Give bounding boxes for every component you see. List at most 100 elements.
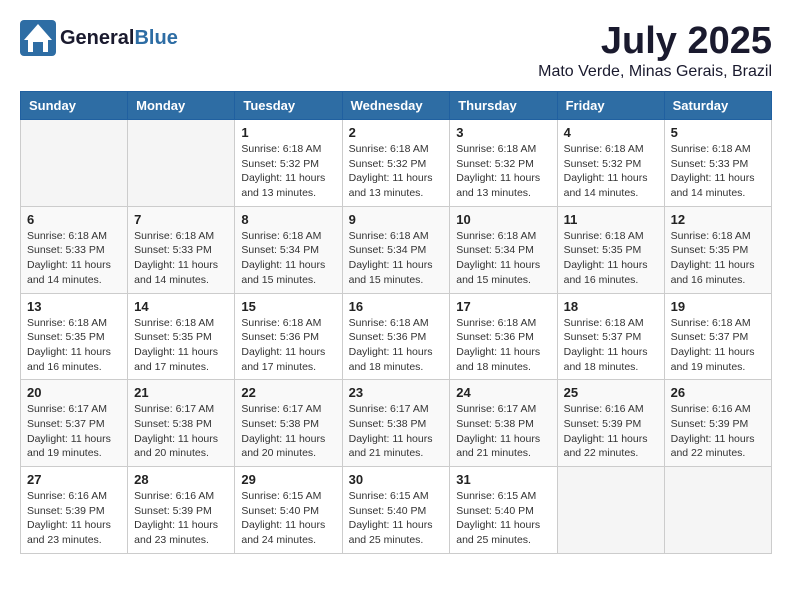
calendar-cell: 19 Sunrise: 6:18 AMSunset: 5:37 PMDayligh… bbox=[664, 293, 771, 380]
calendar-cell: 29Sunrise: 6:15 AMSunset: 5:40 PMDayligh… bbox=[235, 467, 342, 554]
logo-general: General bbox=[60, 27, 134, 49]
calendar-cell: 18 Sunrise: 6:18 AMSunset: 5:37 PMDayligh… bbox=[557, 293, 664, 380]
day-info: Sunrise: 6:18 AMSunset: 5:35 PMDaylight:… bbox=[564, 229, 658, 288]
day-number: 4 bbox=[564, 125, 658, 140]
day-number: 27 bbox=[27, 472, 121, 487]
calendar-cell: 23 Sunrise: 6:17 AMSunset: 5:38 PMDayligh… bbox=[342, 380, 450, 467]
calendar-cell: 28 Sunrise: 6:16 AMSunset: 5:39 PMDayligh… bbox=[128, 467, 235, 554]
day-info: Sunrise: 6:17 AMSunset: 5:38 PMDaylight:… bbox=[349, 402, 444, 461]
calendar-cell: 12 Sunrise: 6:18 AMSunset: 5:35 PMDayligh… bbox=[664, 206, 771, 293]
day-info: Sunrise: 6:16 AMSunset: 5:39 PMDaylight:… bbox=[564, 402, 658, 461]
day-info: Sunrise: 6:18 AMSunset: 5:35 PMDaylight:… bbox=[27, 316, 121, 375]
day-info: Sunrise: 6:18 AMSunset: 5:33 PMDaylight:… bbox=[134, 229, 228, 288]
day-info: Sunrise: 6:18 AMSunset: 5:33 PMDaylight:… bbox=[27, 229, 121, 288]
weekday-header-row: SundayMondayTuesdayWednesdayThursdayFrid… bbox=[21, 92, 772, 120]
location-title: Mato Verde, Minas Gerais, Brazil bbox=[538, 63, 772, 81]
calendar-cell: 21 Sunrise: 6:17 AMSunset: 5:38 PMDayligh… bbox=[128, 380, 235, 467]
day-number: 23 bbox=[349, 385, 444, 400]
logo: GeneralBlue bbox=[20, 20, 178, 56]
weekday-header-monday: Monday bbox=[128, 92, 235, 120]
calendar-cell: 20Sunrise: 6:17 AMSunset: 5:37 PMDayligh… bbox=[21, 380, 128, 467]
calendar-cell: 13 Sunrise: 6:18 AMSunset: 5:35 PMDayligh… bbox=[21, 293, 128, 380]
weekday-header-saturday: Saturday bbox=[664, 92, 771, 120]
calendar-cell bbox=[128, 120, 235, 207]
day-number: 18 bbox=[564, 299, 658, 314]
calendar-cell: 14 Sunrise: 6:18 AMSunset: 5:35 PMDayligh… bbox=[128, 293, 235, 380]
calendar-week-row: 20Sunrise: 6:17 AMSunset: 5:37 PMDayligh… bbox=[21, 380, 772, 467]
calendar-cell: 17Sunrise: 6:18 AMSunset: 5:36 PMDayligh… bbox=[450, 293, 557, 380]
month-title: July 2025 bbox=[538, 20, 772, 63]
day-number: 28 bbox=[134, 472, 228, 487]
day-number: 13 bbox=[27, 299, 121, 314]
day-number: 16 bbox=[349, 299, 444, 314]
calendar-cell bbox=[21, 120, 128, 207]
weekday-header-wednesday: Wednesday bbox=[342, 92, 450, 120]
calendar-cell: 10 Sunrise: 6:18 AMSunset: 5:34 PMDayligh… bbox=[450, 206, 557, 293]
day-number: 31 bbox=[456, 472, 550, 487]
calendar-cell: 9Sunrise: 6:18 AMSunset: 5:34 PMDaylight… bbox=[342, 206, 450, 293]
day-number: 1 bbox=[241, 125, 335, 140]
calendar-week-row: 27 Sunrise: 6:16 AMSunset: 5:39 PMDayligh… bbox=[21, 467, 772, 554]
day-number: 14 bbox=[134, 299, 228, 314]
calendar-cell: 25 Sunrise: 6:16 AMSunset: 5:39 PMDayligh… bbox=[557, 380, 664, 467]
day-info: Sunrise: 6:15 AMSunset: 5:40 PMDaylight:… bbox=[241, 489, 335, 548]
day-info: Sunrise: 6:16 AMSunset: 5:39 PMDaylight:… bbox=[134, 489, 228, 548]
logo-icon bbox=[20, 20, 56, 56]
day-info: Sunrise: 6:18 AMSunset: 5:37 PMDaylight:… bbox=[564, 316, 658, 375]
weekday-header-friday: Friday bbox=[557, 92, 664, 120]
weekday-header-thursday: Thursday bbox=[450, 92, 557, 120]
calendar-cell bbox=[664, 467, 771, 554]
day-number: 10 bbox=[456, 212, 550, 227]
title-area: July 2025 Mato Verde, Minas Gerais, Braz… bbox=[538, 20, 772, 81]
day-number: 7 bbox=[134, 212, 228, 227]
day-number: 6 bbox=[27, 212, 121, 227]
day-number: 21 bbox=[134, 385, 228, 400]
calendar-cell: 6 Sunrise: 6:18 AMSunset: 5:33 PMDaylight… bbox=[21, 206, 128, 293]
weekday-header-tuesday: Tuesday bbox=[235, 92, 342, 120]
weekday-header-sunday: Sunday bbox=[21, 92, 128, 120]
day-info: Sunrise: 6:18 AMSunset: 5:34 PMDaylight:… bbox=[241, 229, 335, 288]
day-number: 5 bbox=[671, 125, 765, 140]
day-info: Sunrise: 6:18 AMSunset: 5:32 PMDaylight:… bbox=[564, 142, 658, 201]
day-info: Sunrise: 6:17 AMSunset: 5:38 PMDaylight:… bbox=[134, 402, 228, 461]
calendar-cell: 16 Sunrise: 6:18 AMSunset: 5:36 PMDayligh… bbox=[342, 293, 450, 380]
day-info: Sunrise: 6:16 AMSunset: 5:39 PMDaylight:… bbox=[671, 402, 765, 461]
day-info: Sunrise: 6:18 AMSunset: 5:32 PMDaylight:… bbox=[241, 142, 335, 201]
logo-text: GeneralBlue bbox=[60, 27, 178, 49]
calendar-cell: 15Sunrise: 6:18 AMSunset: 5:36 PMDayligh… bbox=[235, 293, 342, 380]
day-number: 19 bbox=[671, 299, 765, 314]
day-number: 15 bbox=[241, 299, 335, 314]
calendar-cell: 1 Sunrise: 6:18 AMSunset: 5:32 PMDaylight… bbox=[235, 120, 342, 207]
day-info: Sunrise: 6:15 AMSunset: 5:40 PMDaylight:… bbox=[349, 489, 444, 548]
day-info: Sunrise: 6:18 AMSunset: 5:35 PMDaylight:… bbox=[134, 316, 228, 375]
day-number: 9 bbox=[349, 212, 444, 227]
day-info: Sunrise: 6:18 AMSunset: 5:35 PMDaylight:… bbox=[671, 229, 765, 288]
calendar-cell: 4 Sunrise: 6:18 AMSunset: 5:32 PMDaylight… bbox=[557, 120, 664, 207]
day-number: 8 bbox=[241, 212, 335, 227]
day-number: 26 bbox=[671, 385, 765, 400]
calendar-cell: 3Sunrise: 6:18 AMSunset: 5:32 PMDaylight… bbox=[450, 120, 557, 207]
day-number: 20 bbox=[27, 385, 121, 400]
calendar-cell: 31 Sunrise: 6:15 AMSunset: 5:40 PMDayligh… bbox=[450, 467, 557, 554]
calendar-cell: 2Sunrise: 6:18 AMSunset: 5:32 PMDaylight… bbox=[342, 120, 450, 207]
calendar-cell: 8 Sunrise: 6:18 AMSunset: 5:34 PMDaylight… bbox=[235, 206, 342, 293]
day-info: Sunrise: 6:18 AMSunset: 5:36 PMDaylight:… bbox=[349, 316, 444, 375]
calendar-cell: 24Sunrise: 6:17 AMSunset: 5:38 PMDayligh… bbox=[450, 380, 557, 467]
calendar-week-row: 6 Sunrise: 6:18 AMSunset: 5:33 PMDaylight… bbox=[21, 206, 772, 293]
calendar-cell: 26 Sunrise: 6:16 AMSunset: 5:39 PMDayligh… bbox=[664, 380, 771, 467]
day-number: 12 bbox=[671, 212, 765, 227]
day-number: 22 bbox=[241, 385, 335, 400]
day-info: Sunrise: 6:15 AMSunset: 5:40 PMDaylight:… bbox=[456, 489, 550, 548]
day-number: 2 bbox=[349, 125, 444, 140]
logo-blue: Blue bbox=[134, 27, 177, 49]
calendar-cell: 27Sunrise: 6:16 AMSunset: 5:39 PMDayligh… bbox=[21, 467, 128, 554]
day-number: 25 bbox=[564, 385, 658, 400]
day-number: 11 bbox=[564, 212, 658, 227]
calendar-week-row: 13 Sunrise: 6:18 AMSunset: 5:35 PMDayligh… bbox=[21, 293, 772, 380]
calendar-cell: 5Sunrise: 6:18 AMSunset: 5:33 PMDaylight… bbox=[664, 120, 771, 207]
calendar-cell: 11 Sunrise: 6:18 AMSunset: 5:35 PMDayligh… bbox=[557, 206, 664, 293]
day-info: Sunrise: 6:18 AMSunset: 5:34 PMDaylight:… bbox=[456, 229, 550, 288]
day-info: Sunrise: 6:18 AMSunset: 5:37 PMDaylight:… bbox=[671, 316, 765, 375]
day-info: Sunrise: 6:18 AMSunset: 5:32 PMDaylight:… bbox=[456, 142, 550, 201]
day-info: Sunrise: 6:17 AMSunset: 5:38 PMDaylight:… bbox=[241, 402, 335, 461]
